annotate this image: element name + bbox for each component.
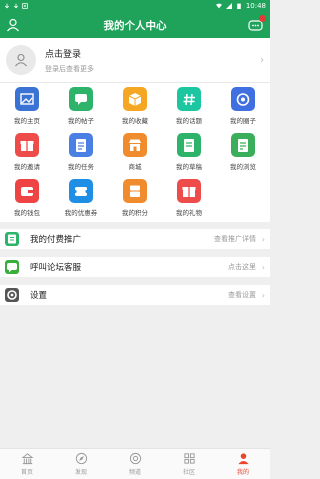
grid-item[interactable]: 我的优惠券 — [54, 179, 108, 217]
wifi-icon — [215, 3, 222, 9]
community-icon — [183, 453, 195, 464]
task-icon — [69, 133, 93, 157]
hashtag-icon — [177, 87, 201, 111]
chevron-right-icon: › — [261, 290, 265, 300]
menu-label: 呼叫论坛客服 — [30, 263, 82, 273]
home-icon — [21, 453, 33, 465]
tab-label: 频道 — [128, 469, 141, 476]
feature-grid: 我的主页 我的帖子 我的收藏 我的话题 我的圈子我的邀请 我的任务 商城 我的草稿 我的浏览我的… — [0, 82, 270, 222]
grid-item-label: 我的礼物 — [176, 209, 202, 217]
coupon-icon — [69, 179, 93, 203]
grid-item-label: 我的话题 — [176, 117, 202, 125]
grid-item-label: 我的浏览 — [230, 163, 256, 171]
grid-item-label: 我的收藏 — [122, 117, 148, 125]
grid-item-label: 我的主页 — [14, 117, 40, 125]
menu-label: 我的付费推广 — [30, 235, 82, 245]
grid-item-label: 我的钱包 — [14, 209, 40, 217]
grid-item-label: 我的积分 — [122, 209, 148, 217]
login-title[interactable]: 点击登录 — [45, 47, 94, 60]
tab-home[interactable]: 首页 — [0, 449, 54, 479]
message-button[interactable] — [248, 15, 266, 32]
points-icon — [123, 179, 147, 203]
tab-label: 首页 — [20, 469, 33, 476]
chevron-right-icon: › — [260, 54, 264, 66]
bottom-tab-bar: 首页 发现 频道 社区 我的 — [0, 448, 270, 479]
grid-item-label: 我的草稿 — [176, 163, 202, 171]
tab-label: 我的 — [236, 469, 249, 476]
profile-icon — [237, 453, 249, 465]
draft-icon — [177, 133, 201, 157]
gift-icon — [15, 133, 39, 157]
menu-label: 设置 — [30, 291, 48, 301]
user-icon[interactable] — [6, 18, 20, 32]
tab-profile[interactable]: 我的 — [216, 449, 270, 479]
menu-row[interactable]: 我的付费推广 查看推广详情 › — [0, 229, 270, 249]
grid-item[interactable]: 我的帖子 — [54, 87, 108, 125]
menu-hint: 点击这里 — [228, 263, 256, 271]
grid-item[interactable]: 我的钱包 — [0, 179, 54, 217]
menu-hint: 查看推广详情 — [214, 235, 256, 243]
gear-icon — [5, 288, 19, 302]
grid-item-label: 商城 — [128, 163, 142, 171]
grid-item-label: 我的优惠券 — [64, 209, 98, 217]
shop-icon — [123, 133, 147, 157]
menu-row[interactable]: 设置 查看设置 › — [0, 285, 270, 305]
wallet-icon — [15, 179, 39, 203]
circle-icon — [231, 87, 255, 111]
tab-label: 发现 — [74, 469, 87, 476]
chevron-right-icon: › — [261, 262, 265, 272]
grid-item[interactable]: 我的浏览 — [216, 133, 270, 171]
grid-item[interactable]: 商城 — [108, 133, 162, 171]
login-subtitle: 登录后查看更多 — [45, 64, 94, 73]
grid-item[interactable]: 我的草稿 — [162, 133, 216, 171]
tab-label: 社区 — [182, 469, 195, 476]
chevron-right-icon: › — [261, 234, 265, 244]
grid-item-label: 我的圈子 — [230, 117, 256, 125]
signal-icon — [225, 3, 232, 9]
login-row[interactable]: 点击登录 登录后查看更多 › — [0, 38, 270, 82]
present-icon — [177, 179, 201, 203]
grid-item-label: 我的任务 — [68, 163, 94, 171]
grid-item[interactable]: 我的收藏 — [108, 87, 162, 125]
cube-icon — [123, 87, 147, 111]
app-notification-icon — [22, 3, 28, 9]
image-icon — [15, 87, 39, 111]
avatar[interactable] — [6, 45, 36, 75]
grid-item[interactable]: 我的圈子 — [216, 87, 270, 125]
promo-icon — [5, 232, 19, 246]
grid-item[interactable]: 我的主页 — [0, 87, 54, 125]
notification-badge — [259, 15, 266, 22]
compass-icon — [75, 452, 87, 465]
download-icon — [13, 3, 19, 9]
menu-hint: 查看设置 — [228, 291, 256, 299]
grid-item[interactable]: 我的任务 — [54, 133, 108, 171]
tab-compass[interactable]: 发现 — [54, 449, 108, 479]
channel-icon — [129, 452, 141, 465]
status-bar: 10:48 — [0, 0, 270, 12]
grid-item[interactable]: 我的邀请 — [0, 133, 54, 171]
menu-row[interactable]: 呼叫论坛客服 点击这里 › — [0, 257, 270, 277]
tab-channel[interactable]: 频道 — [108, 449, 162, 479]
page-title: 我的个人中心 — [103, 19, 167, 32]
avatar-person-icon — [15, 53, 27, 67]
status-time: 10:48 — [245, 2, 266, 10]
battery-icon — [237, 3, 241, 9]
grid-item[interactable]: 我的礼物 — [162, 179, 216, 217]
grid-item[interactable]: 我的积分 — [108, 179, 162, 217]
tab-community[interactable]: 社区 — [162, 449, 216, 479]
header: 我的个人中心 — [0, 12, 270, 38]
history-icon — [231, 133, 255, 157]
service-icon — [5, 260, 19, 274]
grid-item-label: 我的帖子 — [68, 117, 94, 125]
grid-item[interactable]: 我的话题 — [162, 87, 216, 125]
download-icon — [4, 3, 10, 9]
chat-icon — [69, 87, 93, 111]
grid-item-label: 我的邀请 — [14, 163, 40, 171]
